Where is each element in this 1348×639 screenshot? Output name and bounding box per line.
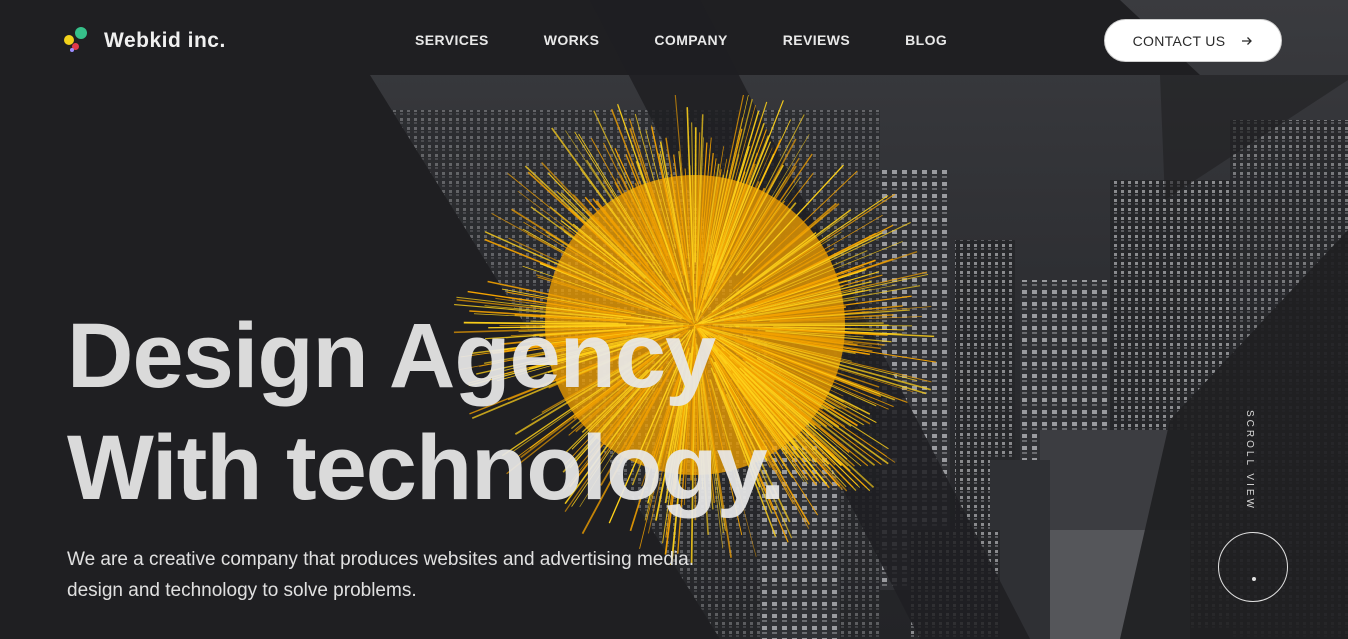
contact-us-label: CONTACT US: [1132, 32, 1226, 49]
nav-item-reviews[interactable]: REVIEWS: [783, 32, 850, 48]
nav-item-services[interactable]: SERVICES: [415, 32, 489, 48]
hero-description-line: design and technology to solve problems.: [67, 580, 417, 601]
nav-item-works[interactable]: WORKS: [544, 32, 600, 48]
hero-description-line: We are a creative company that produces …: [67, 549, 694, 570]
nav-item-blog[interactable]: BLOG: [905, 32, 947, 48]
logo-dot: [75, 27, 87, 39]
contact-us-button[interactable]: CONTACT US: [1104, 19, 1282, 62]
hero-title: Design Agency With technology.: [67, 300, 785, 524]
scroll-view-label: SCROLL VIEW: [1244, 410, 1255, 511]
scroll-down-button[interactable]: [1218, 532, 1288, 602]
nav-item-company[interactable]: COMPANY: [654, 32, 727, 48]
brand-name: Webkid inc.: [104, 29, 226, 52]
brand-logo[interactable]: Webkid inc.: [64, 26, 226, 56]
scroll-indicator-dot-icon: [1252, 577, 1256, 581]
logo-dot: [70, 48, 74, 52]
hero-title-line: With technology.: [67, 417, 785, 519]
arrow-right-icon: [1242, 36, 1253, 45]
hero-title-line: Design Agency: [67, 305, 716, 407]
hero-description: We are a creative company that produces …: [67, 544, 694, 606]
site-header: Webkid inc. SERVICES WORKS COMPANY REVIE…: [0, 0, 1348, 82]
logo-mark-icon: [64, 27, 92, 55]
main-nav: SERVICES WORKS COMPANY REVIEWS BLOG: [415, 32, 1002, 48]
